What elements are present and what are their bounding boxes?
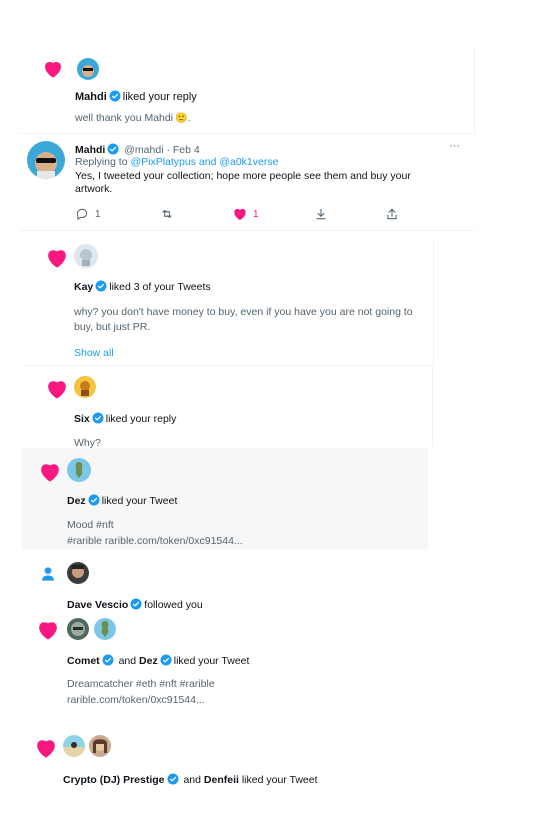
verified-badge-icon	[160, 654, 172, 666]
card-divider	[432, 366, 433, 446]
avatar[interactable]	[74, 244, 98, 268]
verified-badge-icon	[95, 280, 107, 292]
avatar[interactable]	[63, 735, 85, 757]
reply-button[interactable]: 1	[75, 207, 101, 221]
card-divider	[433, 238, 434, 364]
verified-badge-icon	[109, 90, 121, 102]
share-options-button[interactable]	[314, 207, 334, 221]
user-name[interactable]: Denfeii	[204, 774, 239, 786]
avatar[interactable]	[94, 618, 116, 640]
and-text: and	[118, 655, 137, 667]
share-down-icon	[316, 208, 326, 220]
heart-icon	[43, 60, 63, 78]
tweet-text-line1: Dreamcatcher #eth #nft #rarible	[67, 678, 215, 690]
verified-badge-icon	[107, 143, 119, 155]
notification-action: liked your Tweet	[101, 495, 178, 507]
avatar[interactable]	[77, 58, 99, 80]
verified-badge-icon	[92, 412, 104, 424]
tweet-text: well thank you Mahdi 🙂.	[75, 112, 190, 124]
avatar[interactable]	[67, 458, 91, 482]
avatar[interactable]	[74, 376, 96, 398]
tweet-text-line2: #rarible rarible.com/token/0xc91544...	[67, 535, 243, 547]
verified-badge-icon	[130, 598, 142, 610]
notification-action: followed you	[144, 599, 203, 611]
user-name[interactable]: Dez	[139, 655, 158, 667]
like-button[interactable]: 1	[233, 207, 259, 221]
card-divider	[474, 48, 475, 132]
user-name[interactable]: Mahdi	[75, 144, 105, 156]
verified-badge-icon	[88, 494, 100, 506]
avatar[interactable]	[67, 618, 89, 640]
user-name[interactable]: Kay	[74, 281, 93, 293]
tweet-text-line2: artwork.	[75, 183, 113, 195]
avatar-mahdi[interactable]	[27, 141, 65, 179]
reply-icon	[76, 208, 88, 221]
verified-badge-icon	[102, 654, 114, 666]
notification-text: Six liked your reply	[74, 412, 176, 425]
notification-action: liked your reply	[105, 413, 177, 425]
person-icon	[42, 567, 54, 581]
like-count: 1	[253, 208, 259, 220]
share-button[interactable]	[385, 207, 405, 221]
retweet-icon	[162, 209, 172, 219]
share-icon	[387, 208, 397, 220]
heart-icon	[46, 248, 68, 268]
notification-text: Comet and Dez liked your Tweet	[67, 654, 249, 667]
heart-icon	[46, 379, 68, 399]
like-icon	[233, 207, 247, 221]
user-handle[interactable]: @mahdi	[124, 144, 163, 156]
user-name[interactable]: Six	[74, 413, 90, 425]
user-name[interactable]: Comet	[67, 655, 100, 667]
notification-action: liked 3 of your Tweets	[109, 281, 211, 293]
replying-prefix: Replying to	[75, 156, 128, 168]
tweet-text-line1: Mood #nft	[67, 519, 114, 531]
notification-action: liked your reply	[122, 91, 197, 103]
tweet-text-line2: buy, but just PR.	[74, 321, 151, 333]
smile-emoji: 🙂	[175, 113, 188, 124]
show-all-link[interactable]: Show all	[74, 347, 114, 359]
verified-badge-icon	[167, 773, 179, 785]
notification-text: Crypto (DJ) Prestige and Denfeii liked y…	[63, 773, 318, 786]
avatar[interactable]	[67, 562, 89, 584]
notification-text: Dave Vescio followed you	[67, 598, 203, 611]
user-name[interactable]: Dave Vescio	[67, 599, 128, 611]
heart-icon	[37, 620, 59, 640]
notification-action: liked your Tweet	[241, 774, 318, 786]
tweet-body: well thank you Mahdi	[75, 112, 174, 124]
tweet-text-line1: Yes, I tweeted your collection; hope mor…	[75, 170, 411, 182]
reply-count: 1	[95, 208, 101, 220]
tweet-text-line2: rarible.com/token/0xc91544...	[67, 694, 205, 706]
notification-text: Kay liked 3 of your Tweets	[74, 280, 211, 293]
tweet-header: Mahdi @mahdi · Feb 4	[75, 143, 200, 156]
divider	[20, 230, 475, 231]
tweet-text-line1: why? you don't have money to buy, even i…	[74, 306, 413, 318]
period: .	[187, 112, 191, 124]
notification-text: Dez liked your Tweet	[67, 494, 177, 507]
user-name[interactable]: Crypto (DJ) Prestige	[63, 774, 165, 786]
more-icon[interactable]: ···	[449, 140, 460, 152]
tweet-date[interactable]: Feb 4	[173, 144, 200, 156]
user-name[interactable]: Dez	[67, 495, 86, 507]
replying-to-users[interactable]: @PixPlatypus and @a0k1verse	[130, 156, 278, 168]
notification-action: liked your Tweet	[173, 655, 250, 667]
retweet-button[interactable]	[160, 207, 180, 221]
user-name[interactable]: Mahdi	[75, 91, 107, 103]
and-text: and	[183, 774, 201, 786]
notification-text: Mahdi liked your reply	[75, 90, 197, 103]
heart-icon	[35, 738, 57, 758]
separator-dot: ·	[166, 144, 170, 156]
heart-icon	[39, 462, 61, 482]
replying-to: Replying to @PixPlatypus and @a0k1verse	[75, 156, 278, 168]
avatar[interactable]	[89, 735, 111, 757]
